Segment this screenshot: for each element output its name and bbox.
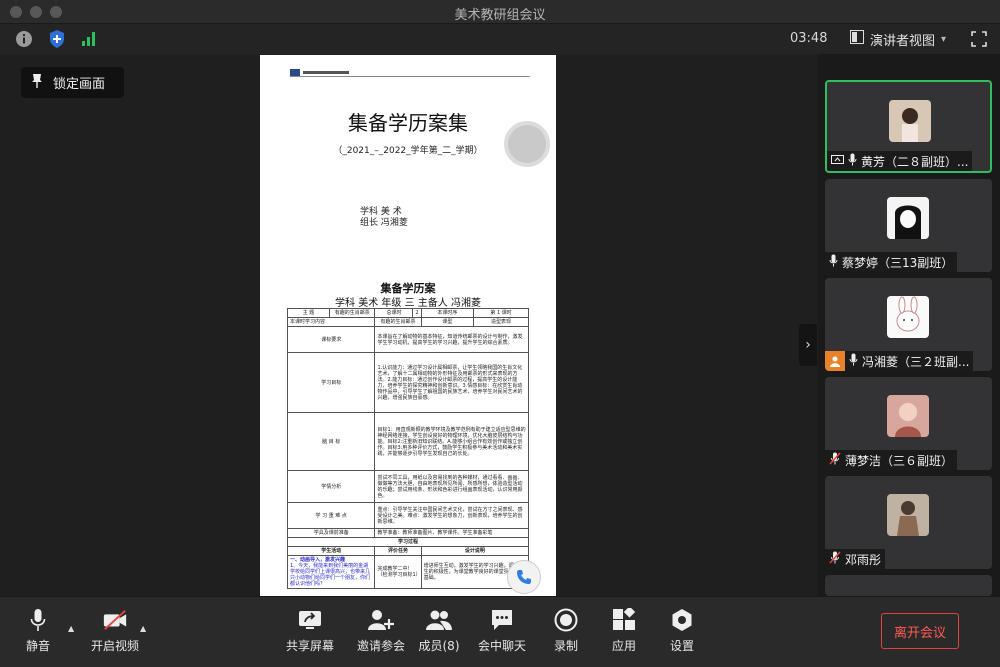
view-label: 演讲者视图: [870, 33, 936, 49]
title-bar: 美术教研组会议: [0, 0, 1000, 24]
screen-share-icon: [831, 154, 844, 168]
avatar: [887, 296, 929, 338]
participant-name-bar: 黄芳（二８副班）...: [827, 151, 973, 171]
meeting-window: 美术教研组会议 03:48 演讲者视图 ▾ 锁定画面 集备学历案集 （_2021…: [0, 0, 1000, 667]
microphone-icon: [829, 254, 838, 270]
invite-label: 邀请参会: [356, 639, 405, 653]
mute-label: 静音: [25, 639, 50, 653]
table-row: 一、动画导入，激发兴趣 1、今天，我能来到我们美丽的金湖学校给同学们上课很高兴，…: [286, 555, 530, 589]
chat-button[interactable]: 会中聊天: [472, 608, 532, 654]
invite-user-icon: [368, 608, 394, 632]
share-screen-button[interactable]: 共享屏幕: [280, 608, 340, 654]
members-icon: [426, 608, 452, 632]
info-icon[interactable]: [14, 29, 34, 49]
avatar: [889, 100, 931, 142]
table-row: 本课时学习内容 有趣的生肖邮票 课型 造型表现: [286, 317, 529, 327]
start-video-button[interactable]: 开启视频: [85, 608, 145, 654]
invite-button[interactable]: 邀请参会: [351, 608, 411, 654]
microphone-icon: [25, 608, 51, 632]
participant-tile[interactable]: 薄梦洁（三６副班）: [825, 377, 992, 470]
table-row: 主 题 有趣的生肖邮票 总课时 2 本课时序 第 1 课时: [287, 308, 529, 318]
meeting-timer: 03:48: [790, 31, 828, 46]
fullscreen-icon[interactable]: [969, 29, 989, 49]
table-row: 课标要求 本课旨在了解动物的基本特征，知道传统邮票的设计与制作，激发学生学习动机…: [286, 326, 529, 353]
table-row: 脑 目 标 目标1：用直观新颖的教学环境及教学范例有助于建立适应型思维的神经网络…: [286, 412, 529, 471]
lock-screen-label: 锁定画面: [53, 77, 106, 92]
table-row: 学 习 重 难 点 重点：引导学生关注中国民间艺术文化，尝试在方寸之间表现、感受…: [286, 502, 529, 529]
apps-button[interactable]: 应用: [594, 608, 654, 654]
table-row: 学情分析 尝试不同工具，用纸以及容易找到的各种媒材，通过看看、画画、做做等方法大…: [286, 470, 529, 503]
signal-strength-icon[interactable]: [80, 30, 98, 48]
participant-name: 邓雨彤: [845, 552, 882, 567]
apps-label: 应用: [611, 639, 636, 653]
avatar: [887, 197, 929, 239]
speaker-view-icon: [850, 30, 864, 48]
record-button[interactable]: 录制: [536, 608, 596, 654]
view-switch-button[interactable]: 演讲者视图 ▾: [850, 29, 946, 49]
avatar: [887, 494, 929, 536]
settings-label: 设置: [669, 639, 694, 653]
audio-options-caret-icon[interactable]: ▲: [68, 624, 74, 633]
participant-tile[interactable]: 黄芳（二８副班）...: [825, 80, 992, 173]
school-logo-header: [290, 63, 530, 77]
gear-icon: [669, 608, 695, 632]
table-row: 学习目标 1.认识能力：通过学习设计属相邮票，让学生领略我国的生肖文化艺术，了解…: [286, 352, 529, 413]
lock-screen-button[interactable]: 锁定画面: [21, 67, 124, 98]
participant-name: 黄芳（二８副班）...: [861, 154, 969, 169]
mute-button[interactable]: 静音: [8, 608, 68, 654]
document-subject-info: 学科 美 术 组长 冯湘菱: [360, 207, 408, 229]
microphone-muted-icon: [829, 551, 841, 567]
security-shield-icon[interactable]: [47, 29, 67, 49]
participant-name: 冯湘菱（三２班副...: [862, 354, 970, 369]
share-label: 共享屏幕: [285, 639, 334, 653]
participant-tile[interactable]: 冯湘菱（三２班副...: [825, 278, 992, 371]
record-label: 录制: [553, 639, 578, 653]
table-row: 学具及课前准备 教学准备：教师准备图片、教学课件。学生准备彩笔: [286, 528, 529, 538]
floating-pointer-marker: [504, 121, 550, 167]
lesson-plan-meta: 学科 美术 年级 三 主备人 冯湘菱: [335, 298, 481, 309]
host-badge-icon: [825, 351, 845, 371]
video-options-caret-icon[interactable]: ▲: [140, 624, 146, 633]
microphone-muted-icon: [829, 452, 841, 468]
pin-icon: [31, 73, 43, 93]
participant-name-bar: 蔡梦婷（三13副班）: [825, 252, 958, 272]
collapse-panel-chevron-icon[interactable]: ›: [799, 324, 817, 366]
table-row: 学习过程: [287, 537, 529, 547]
chevron-down-icon: ▾: [941, 33, 947, 45]
avatar: [887, 395, 929, 437]
participant-name-bar: 邓雨彤: [825, 549, 886, 569]
members-button[interactable]: 成员(8): [409, 608, 469, 654]
lesson-plan-table: 主 题 有趣的生肖邮票 总课时 2 本课时序 第 1 课时 本课时学习内容 有趣…: [286, 308, 530, 589]
participant-tile[interactable]: [825, 575, 992, 596]
participant-name: 薄梦洁（三６副班）: [845, 453, 954, 468]
apps-grid-icon: [611, 608, 637, 632]
video-label: 开启视频: [90, 639, 139, 653]
record-icon: [553, 608, 579, 632]
participant-tile[interactable]: 蔡梦婷（三13副班）: [825, 179, 992, 272]
phone-call-icon[interactable]: [507, 560, 541, 594]
leave-meeting-button[interactable]: 离开会议: [881, 613, 959, 649]
document-subject: 学科 美 术: [360, 207, 402, 217]
microphone-icon: [849, 353, 858, 369]
camera-off-icon: [102, 608, 128, 632]
participant-name-bar: 冯湘菱（三２班副...: [825, 351, 974, 371]
microphone-icon: [848, 153, 857, 169]
chat-bubble-icon: [489, 608, 515, 632]
participant-tile[interactable]: 邓雨彤: [825, 476, 992, 569]
window-title: 美术教研组会议: [454, 8, 546, 23]
members-label: 成员(8): [418, 639, 460, 653]
participant-name-bar: 薄梦洁（三６副班）: [825, 450, 958, 470]
participant-name: 蔡梦婷（三13副班）: [842, 255, 954, 270]
share-screen-icon: [297, 608, 323, 632]
chat-label: 会中聊天: [477, 639, 526, 653]
document-leader: 组长 冯湘菱: [360, 218, 408, 228]
table-row: 学生活动 评价任务 设计说明: [286, 546, 530, 556]
settings-button[interactable]: 设置: [652, 608, 712, 654]
